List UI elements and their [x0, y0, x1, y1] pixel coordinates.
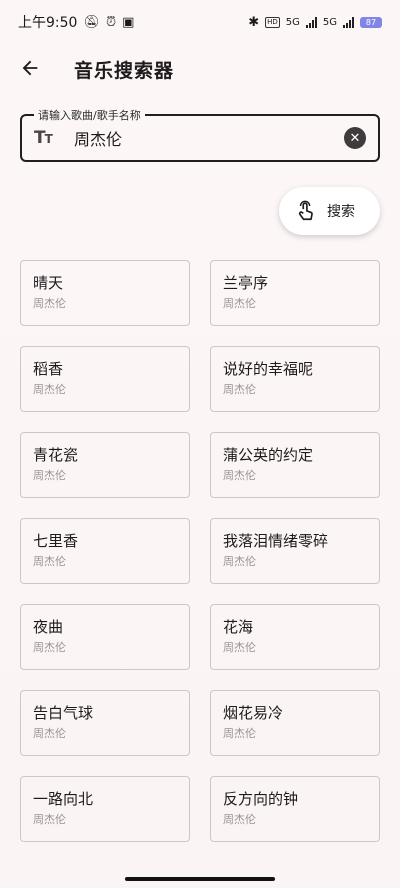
- search-input[interactable]: [74, 126, 334, 150]
- song-artist: 周杰伦: [33, 813, 66, 826]
- song-card[interactable]: 反方向的钟 周杰伦: [210, 776, 380, 842]
- song-artist: 周杰伦: [223, 641, 256, 654]
- song-title: 七里香: [33, 532, 79, 550]
- song-title: 夜曲: [33, 618, 64, 636]
- song-card[interactable]: 花海 周杰伦: [210, 604, 380, 670]
- alarm-icon: ⏰︎: [105, 14, 117, 30]
- app-notification-icon: ▣: [122, 14, 135, 30]
- search-button-label: 搜索: [327, 204, 355, 220]
- song-artist: 周杰伦: [33, 297, 66, 310]
- app-bar: 音乐搜索器: [0, 44, 400, 92]
- song-title: 蒲公英的约定: [223, 446, 314, 464]
- song-card[interactable]: 烟花易冷 周杰伦: [210, 690, 380, 756]
- song-card[interactable]: 稻香 周杰伦: [20, 346, 190, 412]
- song-title: 我落泪情绪零碎: [223, 532, 329, 550]
- song-card[interactable]: 兰亭序 周杰伦: [210, 260, 380, 326]
- song-title: 告白气球: [33, 704, 94, 722]
- song-title: 花海: [223, 618, 254, 636]
- battery-icon: 87: [360, 16, 382, 28]
- network-type-2: 5G: [322, 16, 337, 28]
- song-artist: 周杰伦: [33, 727, 66, 740]
- network-type-1: 5G: [285, 16, 300, 28]
- search-field[interactable]: 请输入歌曲/歌手名称 TT ✕: [20, 107, 380, 162]
- song-title: 青花瓷: [33, 446, 79, 464]
- song-title: 烟花易冷: [223, 704, 284, 722]
- status-right: ✱ HD 5G 5G 87: [248, 16, 382, 29]
- back-button[interactable]: [16, 54, 44, 82]
- status-bar: 上午9:50 🔕︎ ⏰︎ ▣ ✱ HD 5G 5G 87: [0, 0, 400, 44]
- gesture-bar: [125, 877, 275, 881]
- signal-2-icon: [343, 16, 354, 28]
- song-card[interactable]: 一路向北 周杰伦: [20, 776, 190, 842]
- song-title: 说好的幸福呢: [223, 360, 314, 378]
- song-artist: 周杰伦: [223, 727, 256, 740]
- song-title: 一路向北: [33, 790, 94, 808]
- arrow-back-icon: [22, 60, 38, 76]
- search-button[interactable]: 搜索: [279, 187, 380, 235]
- text-fields-icon: TT: [34, 128, 53, 148]
- song-artist: 周杰伦: [223, 297, 256, 310]
- song-card[interactable]: 告白气球 周杰伦: [20, 690, 190, 756]
- song-card[interactable]: 青花瓷 周杰伦: [20, 432, 190, 498]
- song-card[interactable]: 蒲公英的约定 周杰伦: [210, 432, 380, 498]
- song-artist: 周杰伦: [223, 813, 256, 826]
- search-field-label: 请输入歌曲/歌手名称: [34, 107, 145, 123]
- clear-icon[interactable]: ✕: [344, 127, 366, 149]
- song-card[interactable]: 夜曲 周杰伦: [20, 604, 190, 670]
- touch-icon: [298, 200, 313, 221]
- song-card[interactable]: 说好的幸福呢 周杰伦: [210, 346, 380, 412]
- song-artist: 周杰伦: [223, 469, 256, 482]
- mute-bell-icon: 🔕︎: [83, 14, 100, 30]
- bluetooth-icon: ✱: [248, 14, 260, 30]
- page-title: 音乐搜索器: [74, 60, 175, 82]
- song-card[interactable]: 七里香 周杰伦: [20, 518, 190, 584]
- hd-icon: HD: [265, 16, 280, 28]
- song-title: 反方向的钟: [223, 790, 299, 808]
- status-left: 上午9:50 🔕︎ ⏰︎ ▣: [18, 12, 134, 32]
- song-artist: 周杰伦: [33, 383, 66, 396]
- song-artist: 周杰伦: [33, 555, 66, 568]
- song-title: 兰亭序: [223, 274, 269, 292]
- battery-level: 87: [365, 17, 377, 27]
- song-artist: 周杰伦: [223, 383, 256, 396]
- song-title: 稻香: [33, 360, 64, 378]
- song-artist: 周杰伦: [33, 641, 66, 654]
- signal-1-icon: [305, 16, 317, 28]
- song-card[interactable]: 我落泪情绪零碎周杰伦: [210, 518, 380, 584]
- song-artist: 周杰伦: [223, 555, 256, 568]
- song-card[interactable]: 晴天 周杰伦: [20, 260, 190, 326]
- song-title: 晴天: [33, 274, 64, 292]
- status-time: 上午9:50: [18, 15, 78, 31]
- song-artist: 周杰伦: [33, 469, 66, 482]
